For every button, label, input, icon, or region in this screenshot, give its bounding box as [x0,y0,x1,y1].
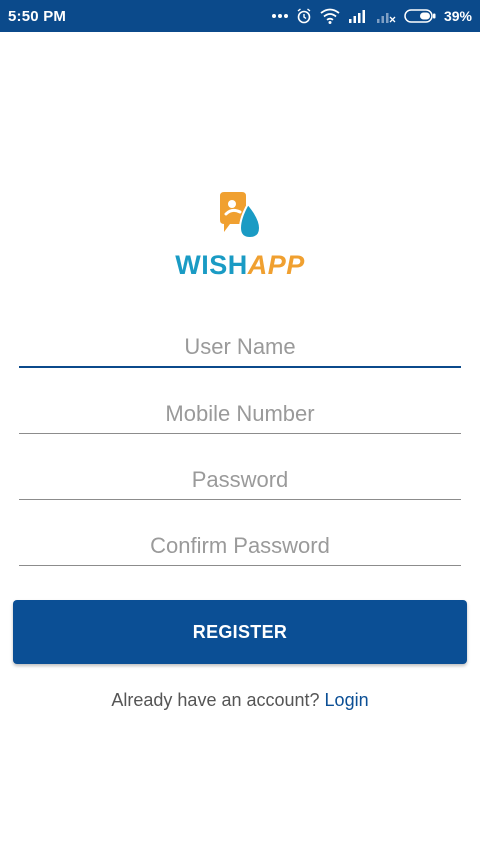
status-time: 5:50 PM [8,7,67,25]
login-prompt: Already have an account? Login [0,690,480,711]
mobile-number-input[interactable] [19,394,461,434]
register-button[interactable]: REGISTER [13,600,467,664]
battery-icon [404,9,436,23]
signal-icon [348,9,368,23]
logo-text: WISHAPP [0,250,480,280]
wifi-icon [320,8,340,24]
logo-text-app: APP [247,250,305,280]
login-link[interactable]: Login [325,690,369,710]
battery-percent: 39% [443,8,472,24]
wishapp-logo-icon [220,192,262,240]
status-bar: 5:50 PM 39% [0,0,480,32]
status-icons: 39% [271,8,472,24]
password-input[interactable] [19,460,461,500]
username-input[interactable] [19,328,461,368]
login-prompt-text: Already have an account? [111,690,325,710]
no-signal-icon [376,9,396,23]
alarm-clock-icon [296,8,312,24]
confirm-password-input[interactable] [19,526,461,566]
logo-text-wish: WISH [175,250,248,280]
app-logo: WISHAPP [0,190,480,280]
more-dots-icon [271,13,288,19]
